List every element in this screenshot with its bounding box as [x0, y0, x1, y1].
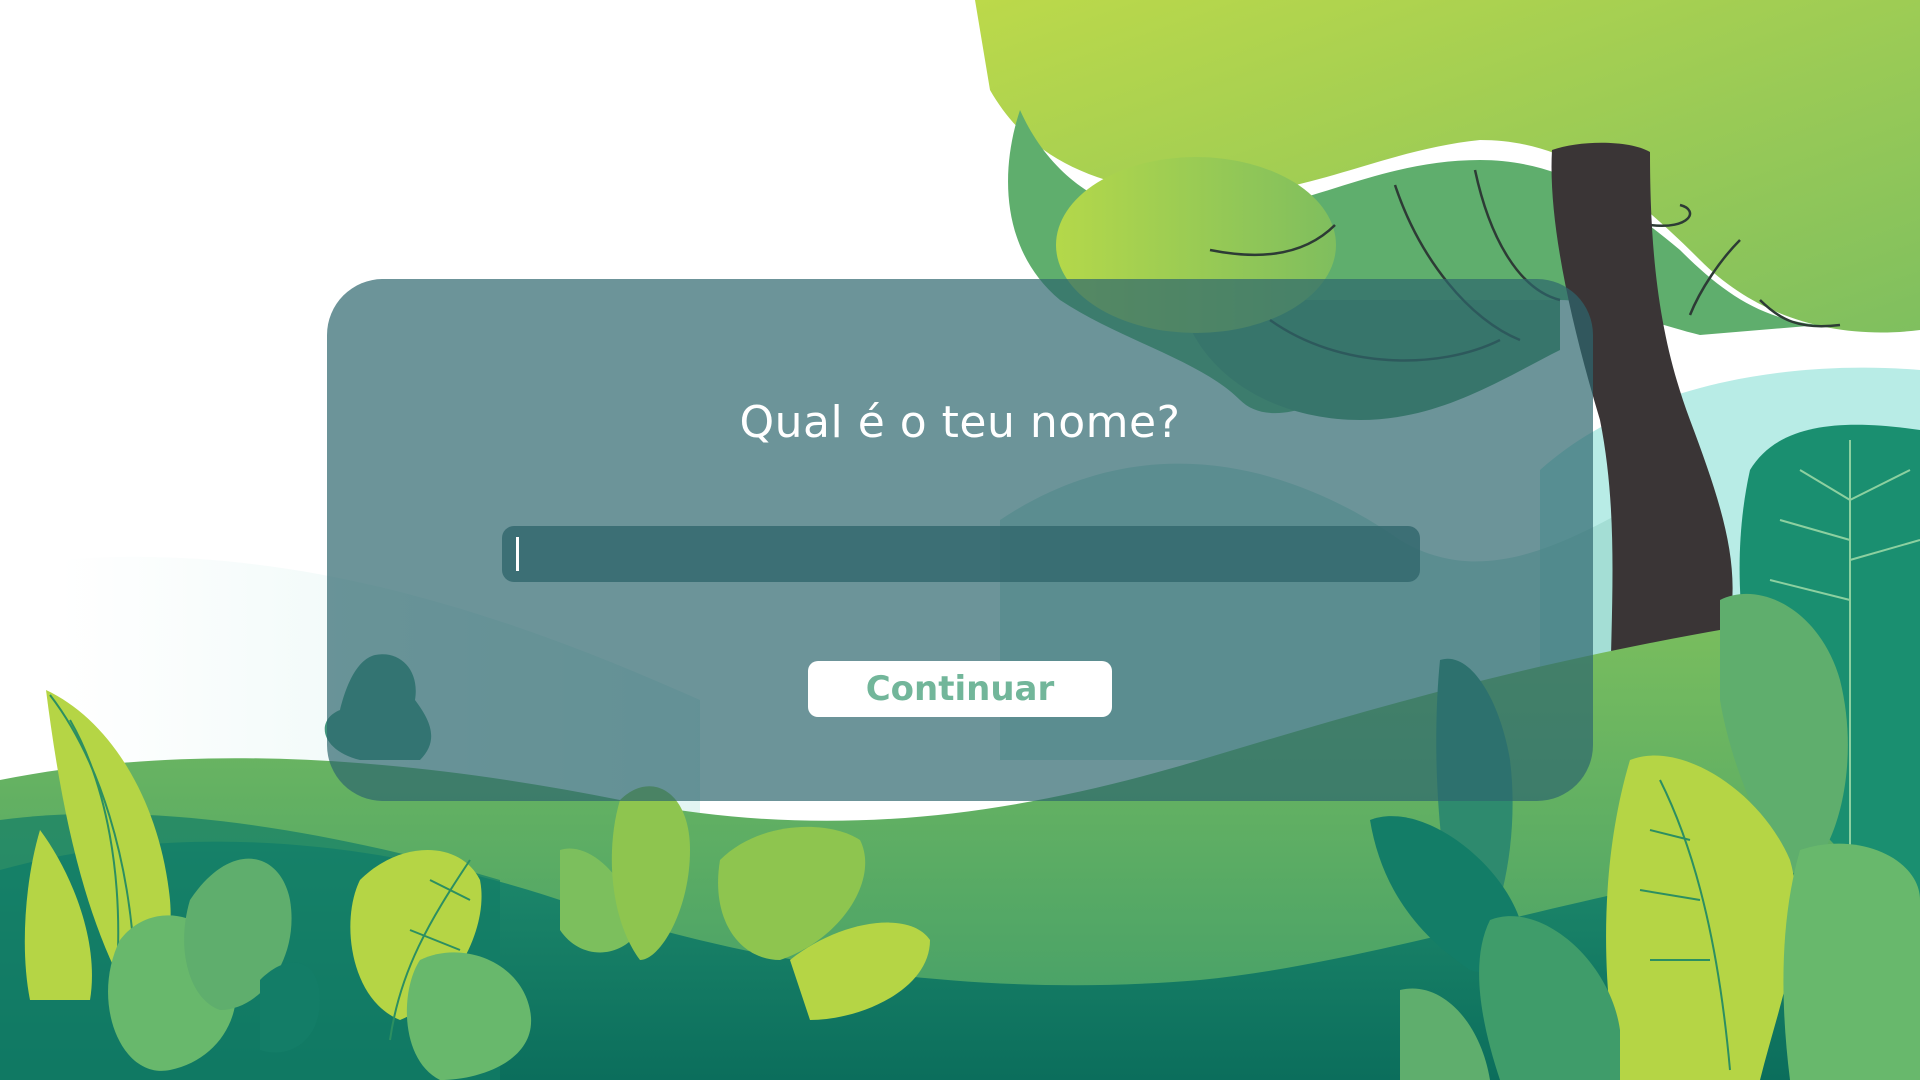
name-input[interactable] — [502, 526, 1420, 582]
name-dialog: Qual é o teu nome? Continuar — [327, 279, 1593, 801]
text-cursor — [516, 537, 519, 571]
question-text: Qual é o teu nome? — [739, 397, 1181, 448]
continue-button[interactable]: Continuar — [808, 661, 1112, 717]
